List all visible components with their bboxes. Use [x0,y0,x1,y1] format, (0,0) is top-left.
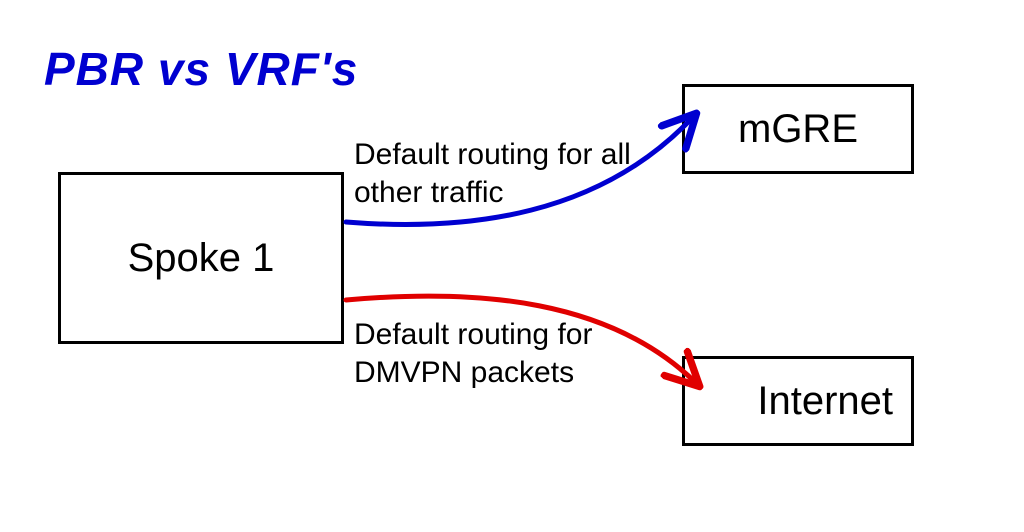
node-mgre: mGRE [682,84,914,174]
node-spoke-1: Spoke 1 [58,172,344,344]
node-spoke-1-label: Spoke 1 [128,236,275,281]
label-top-route: Default routing for all other traffic [354,136,631,211]
diagram-title: PBR vs VRF's [44,42,358,96]
label-bottom-route: Default routing for DMVPN packets [354,316,592,391]
node-internet-label: Internet [757,379,893,424]
node-internet: Internet [682,356,914,446]
node-mgre-label: mGRE [738,107,858,152]
